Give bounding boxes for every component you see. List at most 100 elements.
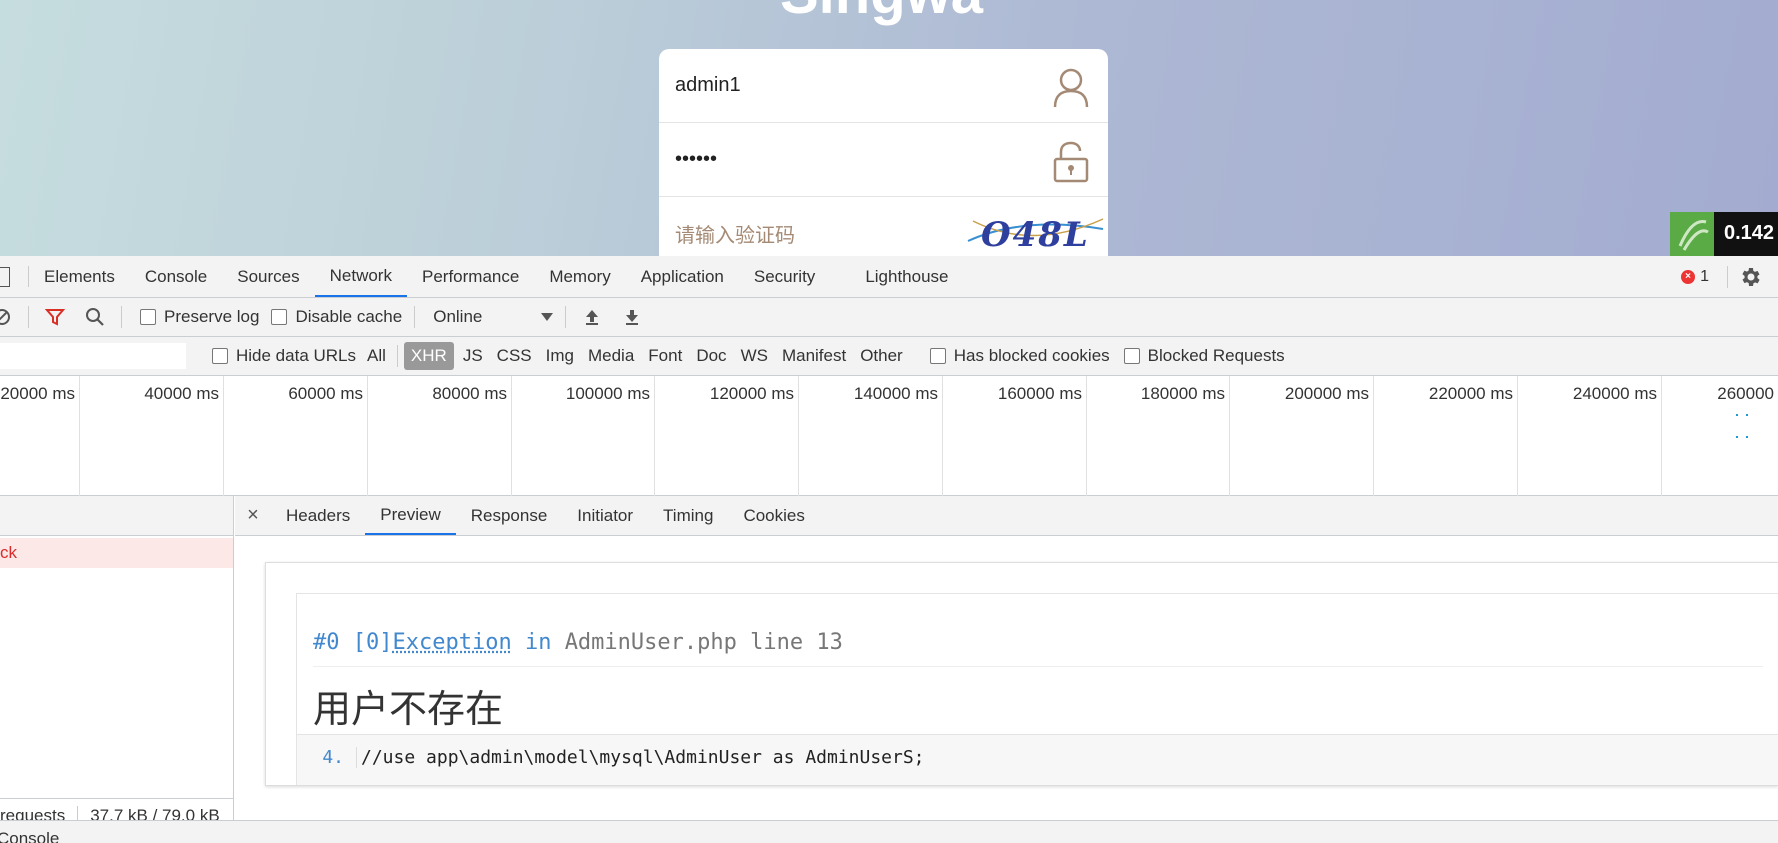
timeline-tick: 260000 [1717, 384, 1774, 403]
request-row[interactable]: ck [0, 538, 233, 568]
captcha-field[interactable]: 请输入验证码 O48L [659, 197, 1108, 256]
drawer-label: Console [0, 829, 60, 843]
filter-all[interactable]: All [360, 342, 393, 370]
password-field[interactable]: •••••• [659, 123, 1108, 197]
source-code-block: 4. //use app\admin\model\mysql\AdminUser… [297, 734, 1778, 785]
timeline-tick: 60000 ms [224, 376, 368, 496]
line-number: 4. [297, 747, 357, 768]
tab-elements[interactable]: Elements [29, 256, 130, 297]
captcha-text: O48L [981, 215, 1090, 255]
network-overview[interactable]: 20000 ms 40000 ms 60000 ms 80000 ms 1000… [0, 376, 1778, 496]
filter-bar: Hide data URLs All XHR JS CSS Img Media … [0, 337, 1778, 376]
page-viewport: Singwa admin1 •••••• 请输入验证码 [0, 0, 1778, 256]
divider [565, 306, 567, 328]
username-value: admin1 [675, 74, 741, 96]
error-count: 1 [1700, 268, 1709, 285]
blocked-requests-label: Blocked Requests [1147, 346, 1285, 365]
preserve-log-checkbox[interactable] [140, 309, 156, 325]
timeline-tick: 100000 ms [512, 376, 655, 496]
tab-performance[interactable]: Performance [407, 256, 534, 297]
filter-doc[interactable]: Doc [689, 342, 733, 370]
fps-value: 0.142 [1714, 212, 1778, 256]
exception-title: #0 [0]Exception in AdminUser.php line 13 [313, 630, 843, 655]
divider [414, 306, 416, 328]
device-toggle-icon[interactable] [0, 267, 10, 287]
has-blocked-cookies-label: Has blocked cookies [953, 346, 1110, 365]
hide-data-urls-checkbox[interactable] [212, 348, 228, 364]
filter-ws[interactable]: WS [734, 342, 775, 370]
password-value: •••••• [675, 148, 718, 170]
username-field[interactable]: admin1 [659, 49, 1108, 123]
tab-cookies[interactable]: Cookies [728, 496, 819, 535]
request-list: ck requests 37.7 kB / 79.0 kB [0, 496, 234, 832]
filter-icon[interactable] [45, 307, 65, 327]
filter-xhr[interactable]: XHR [403, 342, 454, 370]
download-icon[interactable] [622, 307, 642, 327]
timeline-tick: 140000 ms [799, 376, 943, 496]
timeline-tick: 40000 ms [80, 376, 224, 496]
timeline-tick: 180000 ms [1087, 376, 1230, 496]
timeline-tick: 240000 ms [1518, 376, 1662, 496]
tab-application[interactable]: Application [626, 256, 739, 297]
preserve-log-label: Preserve log [164, 307, 260, 326]
exception-message: 用户不存在 [313, 687, 504, 731]
tab-console[interactable]: Console [130, 256, 222, 297]
request-detail-panel: × Headers Preview Response Initiator Tim… [235, 496, 1778, 832]
has-blocked-cookies-checkbox[interactable] [929, 348, 946, 364]
search-icon[interactable] [85, 307, 105, 327]
clear-icon[interactable] [0, 307, 12, 327]
filter-font[interactable]: Font [641, 342, 689, 370]
tab-preview[interactable]: Preview [365, 496, 456, 535]
throttling-select[interactable]: Online [433, 307, 554, 327]
timeline-tick: 200000 ms [1230, 376, 1374, 496]
captcha-placeholder: 请输入验证码 [675, 225, 795, 247]
tab-memory[interactable]: Memory [534, 256, 625, 297]
tab-security[interactable]: Security [739, 256, 830, 297]
close-icon[interactable]: × [235, 496, 271, 535]
devtools-panel: Elements Console Sources Network Perform… [0, 256, 1778, 843]
code-text: //use app\admin\model\mysql\AdminUser as… [361, 747, 925, 768]
error-counter[interactable]: × 1 [1681, 268, 1709, 286]
request-list-header [0, 496, 233, 536]
filter-other[interactable]: Other [853, 342, 910, 370]
tab-initiator[interactable]: Initiator [562, 496, 648, 535]
timeline-tick: 120000 ms [655, 376, 799, 496]
exception-file: AdminUser.php line 13 [564, 630, 843, 655]
tab-network[interactable]: Network [314, 256, 407, 297]
code-line: 4. //use app\admin\model\mysql\AdminUser… [297, 747, 925, 768]
filter-js[interactable]: JS [456, 342, 490, 370]
fps-meter: 0.142 [1670, 212, 1778, 256]
lock-icon [1053, 141, 1089, 183]
hide-data-urls-label: Hide data URLs [236, 346, 357, 365]
captcha-image[interactable]: O48L [963, 211, 1108, 256]
filter-media[interactable]: Media [581, 342, 641, 370]
request-name: ck [0, 543, 17, 562]
exception-class-link[interactable]: Exception [392, 630, 511, 655]
tab-lighthouse[interactable]: Lighthouse [830, 256, 963, 297]
upload-icon[interactable] [582, 307, 602, 327]
filter-manifest[interactable]: Manifest [775, 342, 853, 370]
tab-sources[interactable]: Sources [222, 256, 314, 297]
tab-timing[interactable]: Timing [648, 496, 728, 535]
network-toolbar: Preserve log Disable cache Online [0, 298, 1778, 337]
timeline-tick: 80000 ms [368, 376, 512, 496]
response-preview[interactable]: #0 [0]Exception in AdminUser.php line 13… [265, 562, 1778, 786]
disable-cache-checkbox[interactable] [271, 309, 288, 325]
filter-css[interactable]: CSS [490, 342, 539, 370]
network-split-view: ck requests 37.7 kB / 79.0 kB × Headers … [0, 496, 1778, 832]
login-form: admin1 •••••• 请输入验证码 O48L [659, 49, 1108, 256]
detail-tabbar: × Headers Preview Response Initiator Tim… [235, 496, 1778, 536]
console-drawer[interactable]: Console [0, 820, 1778, 843]
divider [121, 306, 122, 328]
divider [28, 306, 29, 328]
chevron-down-icon [541, 313, 554, 321]
tab-headers[interactable]: Headers [271, 496, 365, 535]
tab-response[interactable]: Response [456, 496, 563, 535]
filter-input[interactable] [0, 343, 186, 369]
disable-cache-label: Disable cache [295, 307, 403, 326]
filter-img[interactable]: Img [539, 342, 581, 370]
timeline-tick: 20000 ms [0, 376, 80, 496]
gear-icon[interactable] [1738, 265, 1762, 289]
fps-logo-icon [1670, 212, 1714, 256]
blocked-requests-checkbox[interactable] [1123, 348, 1140, 364]
